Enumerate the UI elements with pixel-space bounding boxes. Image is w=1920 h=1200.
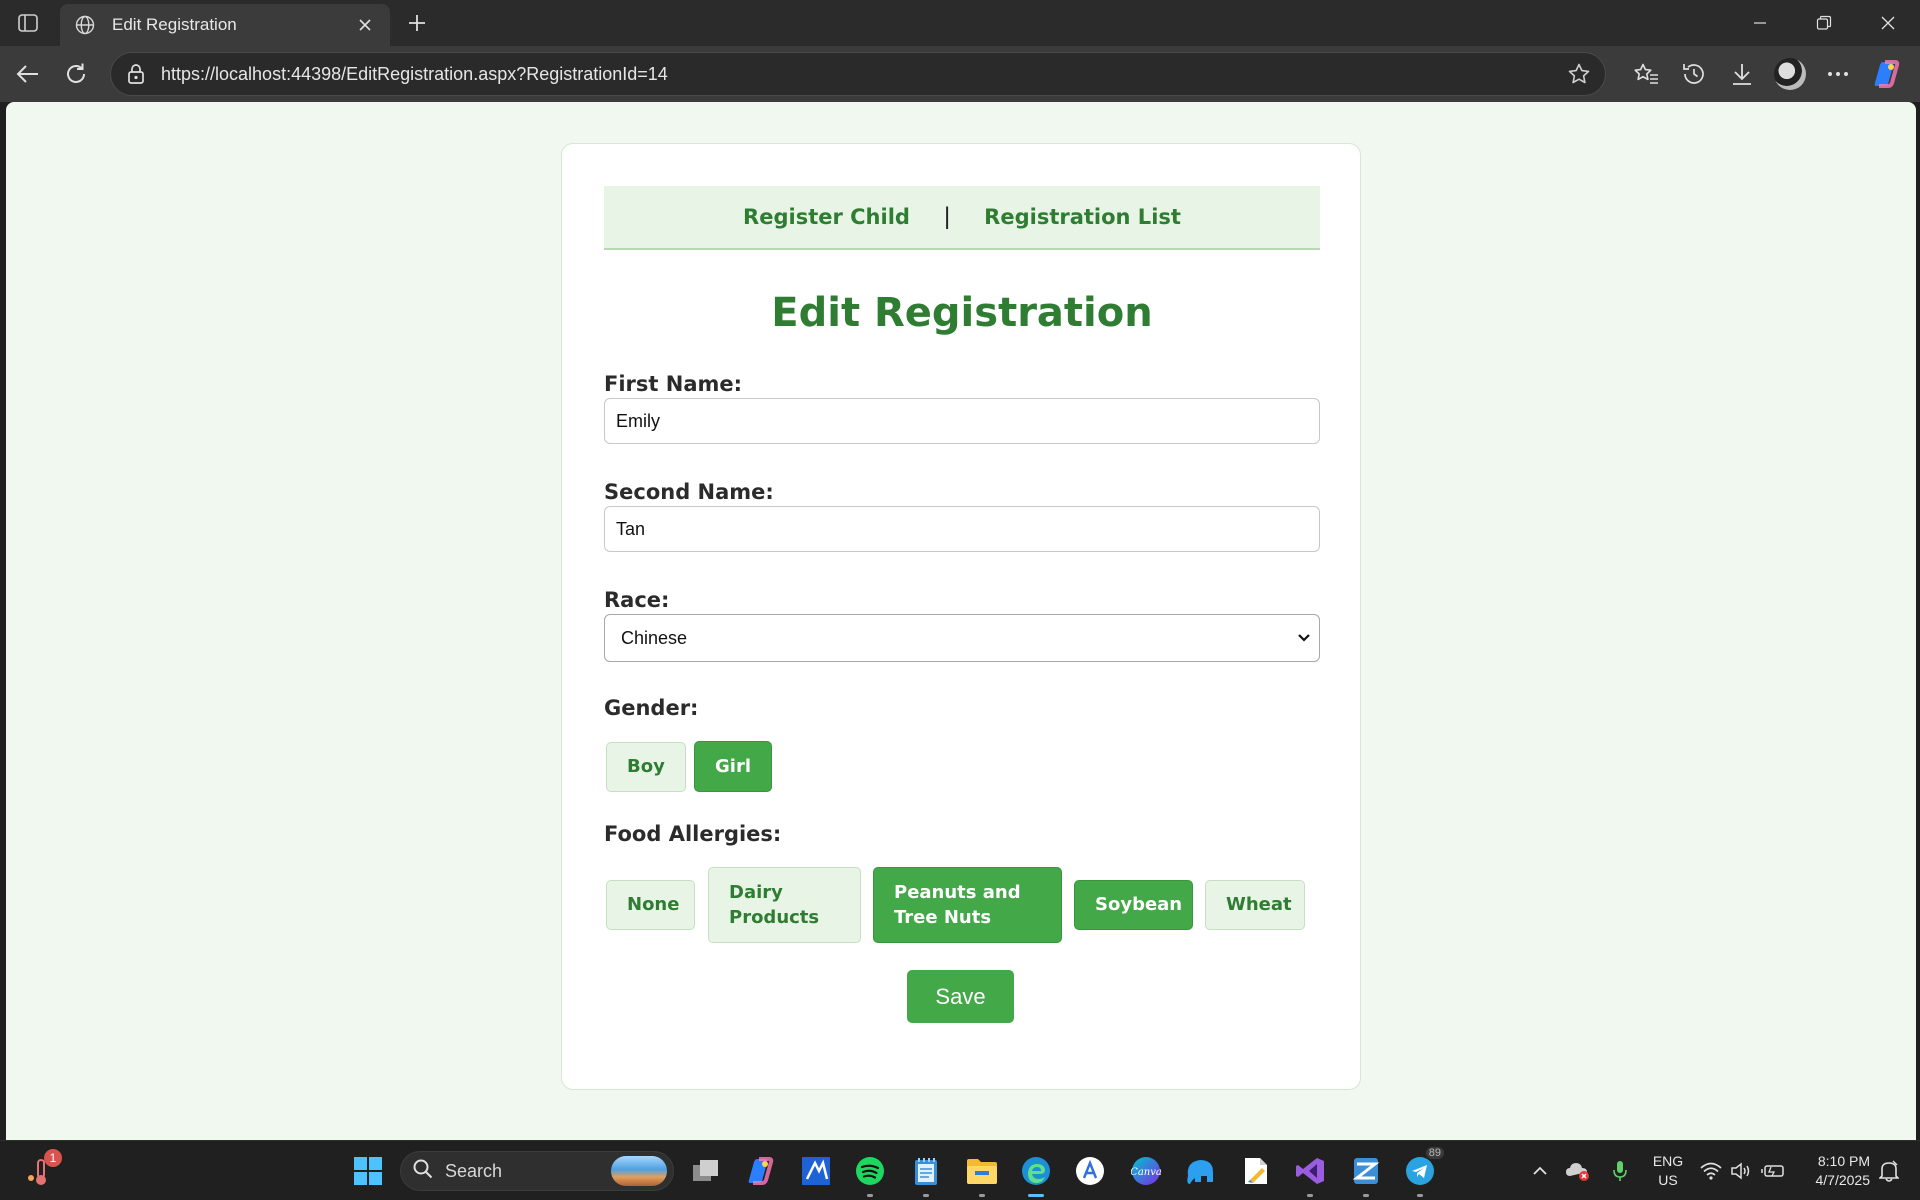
page-viewport: Register Child | Registration List Edit … <box>6 102 1916 1140</box>
wifi-icon[interactable] <box>1696 1162 1726 1180</box>
window-controls <box>1728 0 1920 46</box>
race-select[interactable]: Chinese <box>604 614 1320 662</box>
spotify-icon[interactable] <box>850 1151 890 1197</box>
search-label: Search <box>445 1160 503 1181</box>
visual-studio-icon[interactable] <box>1290 1151 1330 1197</box>
edge-browser-icon[interactable] <box>1016 1151 1056 1197</box>
allergy-option-peanuts[interactable]: Peanuts and Tree Nuts <box>873 867 1062 943</box>
address-bar[interactable]: https://localhost:44398/EditRegistration… <box>110 52 1606 96</box>
nav-register-child[interactable]: Register Child <box>743 205 910 229</box>
food-allergies-label: Food Allergies: <box>604 822 782 846</box>
gender-label: Gender: <box>604 696 699 720</box>
downloads-icon[interactable] <box>1718 54 1766 94</box>
minimize-icon[interactable] <box>1728 0 1792 46</box>
more-options-icon[interactable] <box>1814 54 1862 94</box>
first-name-label: First Name: <box>604 372 743 396</box>
paint-document-icon[interactable] <box>1236 1151 1276 1191</box>
visual-studio-code-app-icon[interactable] <box>796 1151 836 1191</box>
weather-widget-icon[interactable]: 1 <box>22 1149 62 1191</box>
favorites-icon[interactable] <box>1622 54 1670 94</box>
onedrive-error-icon[interactable] <box>1556 1160 1600 1182</box>
language-code: ENG <box>1652 1153 1684 1170</box>
lock-icon[interactable] <box>125 63 147 85</box>
file-explorer-icon[interactable] <box>962 1151 1002 1197</box>
restore-icon[interactable] <box>1792 0 1856 46</box>
second-name-input[interactable]: Tan <box>604 506 1320 552</box>
second-name-label: Second Name: <box>604 480 774 504</box>
taskbar-search[interactable]: Search <box>400 1151 674 1191</box>
copilot-icon[interactable] <box>1862 54 1910 94</box>
top-nav: Register Child | Registration List <box>604 186 1320 250</box>
browser-tab[interactable]: Edit Registration <box>60 4 390 46</box>
race-selected-value: Chinese <box>621 627 688 648</box>
notepad-icon[interactable] <box>906 1151 946 1197</box>
tab-title: Edit Registration <box>112 15 237 34</box>
notification-badge: 1 <box>44 1149 62 1167</box>
svg-text:Canva: Canva <box>1131 1167 1161 1178</box>
battery-icon[interactable] <box>1756 1163 1790 1179</box>
language-indicator[interactable]: ENG US <box>1640 1152 1696 1190</box>
allergy-option-soybean[interactable]: Soybean <box>1074 880 1193 930</box>
elephant-app-icon[interactable] <box>1180 1151 1220 1191</box>
taskbar: 1 Search Canva 89 ENG US 8:10 PM 4/7/202… <box>0 1140 1920 1200</box>
history-icon[interactable] <box>1670 54 1718 94</box>
race-label: Race: <box>604 588 670 612</box>
allergy-option-wheat[interactable]: Wheat <box>1205 880 1305 930</box>
nav-separator: | <box>943 203 951 230</box>
telegram-icon[interactable]: 89 <box>1400 1147 1444 1197</box>
back-icon[interactable] <box>12 58 44 90</box>
new-tab-icon[interactable] <box>402 8 432 38</box>
system-tray: ENG US 8:10 PM 4/7/2025 <box>1524 1141 1908 1200</box>
tab-actions-icon[interactable] <box>14 10 42 36</box>
task-view-icon[interactable] <box>686 1151 726 1191</box>
clock[interactable]: 8:10 PM 4/7/2025 <box>1790 1152 1871 1190</box>
toolbar-actions <box>1622 54 1910 94</box>
save-button[interactable]: Save <box>907 970 1014 1023</box>
page-title: Edit Registration <box>771 290 1153 336</box>
microphone-icon[interactable] <box>1600 1160 1640 1182</box>
favorite-star-icon[interactable] <box>1559 54 1599 94</box>
gender-option-girl[interactable]: Girl <box>694 741 772 792</box>
canva-icon[interactable]: Canva <box>1126 1151 1166 1191</box>
gender-option-boy[interactable]: Boy <box>606 742 686 792</box>
search-highlight-image <box>611 1156 667 1186</box>
first-name-input[interactable]: Emily <box>604 398 1320 444</box>
region-code: US <box>1658 1172 1678 1188</box>
close-window-icon[interactable] <box>1856 0 1920 46</box>
volume-icon[interactable] <box>1726 1162 1756 1180</box>
nav-registration-list[interactable]: Registration List <box>984 205 1181 229</box>
clock-date: 4/7/2025 <box>1815 1172 1871 1188</box>
browser-toolbar: https://localhost:44398/EditRegistration… <box>0 46 1920 102</box>
registration-card: Register Child | Registration List Edit … <box>561 143 1361 1090</box>
telegram-badge: 89 <box>1425 1147 1444 1159</box>
copilot-app-icon[interactable] <box>740 1151 780 1191</box>
clock-time: 8:10 PM <box>1817 1153 1870 1170</box>
start-windows-icon[interactable] <box>348 1151 388 1191</box>
reload-icon[interactable] <box>60 58 92 90</box>
search-icon <box>413 1159 433 1184</box>
app-store-icon[interactable] <box>1070 1151 1110 1191</box>
notification-bell-icon[interactable] <box>1870 1160 1908 1182</box>
globe-icon <box>74 14 96 36</box>
zebra-app-icon[interactable] <box>1346 1151 1386 1197</box>
allergy-option-none[interactable]: None <box>606 880 695 930</box>
url-text[interactable]: https://localhost:44398/EditRegistration… <box>161 64 1559 85</box>
browser-tab-bar: Edit Registration <box>0 0 1920 46</box>
allergy-option-dairy[interactable]: Dairy Products <box>708 867 861 943</box>
profile-avatar[interactable] <box>1766 54 1814 94</box>
close-tab-icon[interactable] <box>354 14 376 36</box>
chevron-down-icon <box>1289 633 1319 643</box>
chevron-up-icon[interactable] <box>1524 1166 1556 1176</box>
